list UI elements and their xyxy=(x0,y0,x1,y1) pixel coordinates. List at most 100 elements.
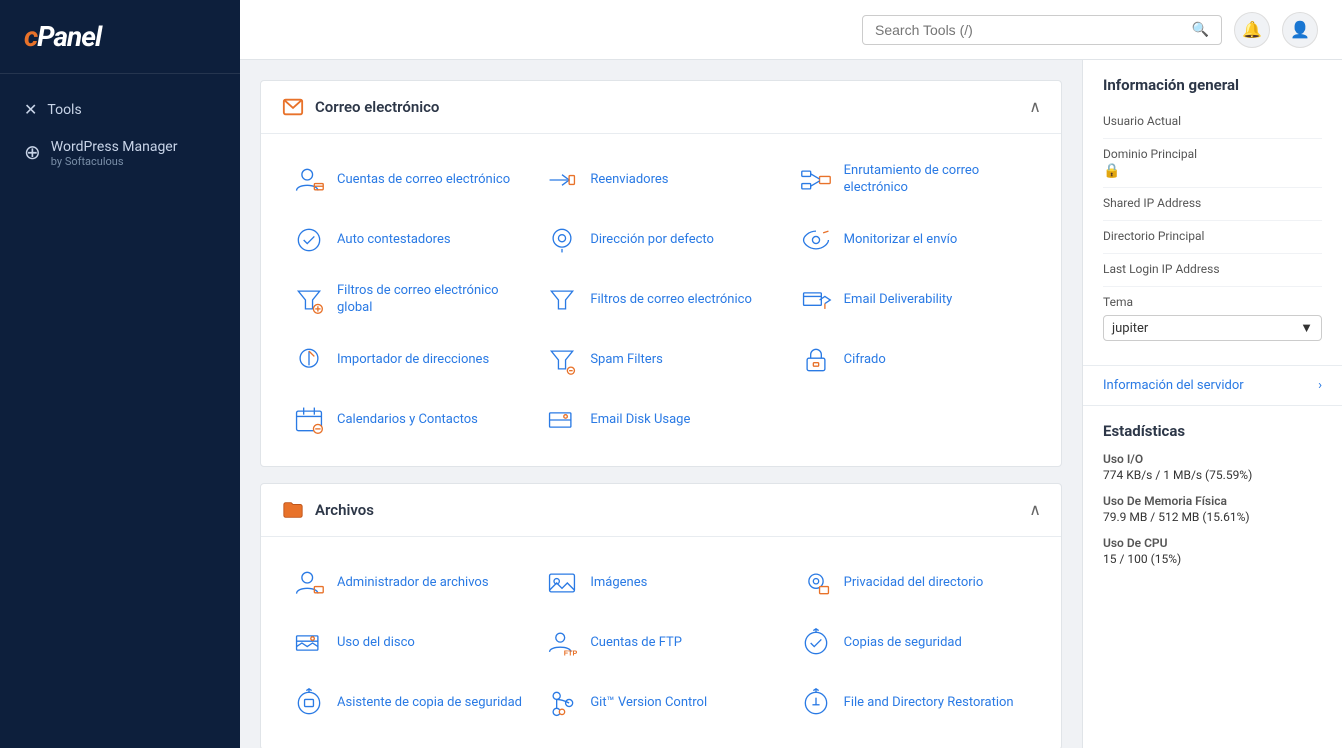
tema-select[interactable]: jupiter ▼ xyxy=(1103,315,1322,341)
tool-enrutamiento[interactable]: Enrutamiento de correo electrónico xyxy=(788,150,1041,210)
svg-text:FTP: FTP xyxy=(564,649,578,657)
tool-direccion-defecto-label: Dirección por defecto xyxy=(590,232,714,249)
tool-cifrado[interactable]: Cifrado xyxy=(788,330,1041,390)
tool-filtros-correo[interactable]: Filtros de correo electrónico xyxy=(534,270,787,330)
wordpress-sub: by Softaculous xyxy=(51,155,178,168)
main-content: 🔍 🔔 👤 Correo electrónico xyxy=(240,0,1342,748)
user-account-button[interactable]: 👤 xyxy=(1282,12,1318,48)
tool-email-deliverability[interactable]: Email Deliverability xyxy=(788,270,1041,330)
disk-icon xyxy=(291,625,327,661)
right-panel: Información general Usuario Actual Domin… xyxy=(1082,60,1342,748)
lock-icon: 🔒 xyxy=(1103,163,1322,179)
stat-cpu-label: Uso De CPU xyxy=(1103,536,1322,550)
archivos-tools-grid: Administrador de archivos Imágenes xyxy=(261,537,1061,748)
tool-admin-archivos[interactable]: Administrador de archivos xyxy=(281,553,534,613)
stat-memory: Uso De Memoria Física 79.9 MB / 512 MB (… xyxy=(1103,494,1322,524)
ftp-icon: FTP xyxy=(544,625,580,661)
directorio-row: Directorio Principal xyxy=(1103,221,1322,254)
sidebar-logo: cPanel xyxy=(0,0,240,74)
tool-cuentas-correo-label: Cuentas de correo electrónico xyxy=(337,172,510,189)
tool-importador[interactable]: Importador de direcciones xyxy=(281,330,534,390)
section-correo-title: Correo electrónico xyxy=(315,98,439,116)
images-icon xyxy=(544,565,580,601)
section-correo-header: Correo electrónico ∧ xyxy=(261,81,1061,134)
tool-uso-disco[interactable]: Uso del disco xyxy=(281,613,534,673)
wordpress-icon: ⊕ xyxy=(24,140,41,164)
tool-admin-archivos-label: Administrador de archivos xyxy=(337,575,489,592)
tool-uso-disco-label: Uso del disco xyxy=(337,635,415,652)
tool-reenviadores-label: Reenviadores xyxy=(590,172,668,189)
tool-email-disk[interactable]: Email Disk Usage xyxy=(534,390,787,450)
sidebar-item-tools[interactable]: ✕ Tools xyxy=(0,90,240,129)
tool-cifrado-label: Cifrado xyxy=(844,352,886,369)
stat-cpu-value: 15 / 100 (15%) xyxy=(1103,552,1322,566)
tool-auto-contestadores[interactable]: Auto contestadores xyxy=(281,210,534,270)
tool-cuentas-correo[interactable]: Cuentas de correo electrónico xyxy=(281,150,534,210)
last-login-label: Last Login IP Address xyxy=(1103,262,1322,276)
tool-git-version[interactable]: Git™ Version Control xyxy=(534,673,787,733)
server-info-link[interactable]: Información del servidor › xyxy=(1083,366,1342,406)
tool-copias-seguridad[interactable]: Copias de seguridad xyxy=(788,613,1041,673)
stat-io: Uso I/O 774 KB/s / 1 MB/s (75.59%) xyxy=(1103,452,1322,482)
backup-wizard-icon xyxy=(291,685,327,721)
sidebar-item-wordpress[interactable]: ⊕ WordPress Manager by Softaculous xyxy=(0,129,240,178)
tool-cuentas-ftp-label: Cuentas de FTP xyxy=(590,635,682,652)
backup-icon xyxy=(798,625,834,661)
tool-file-restoration-label: File and Directory Restoration xyxy=(844,695,1014,712)
dominio-row: Dominio Principal 🔒 xyxy=(1103,139,1322,188)
tool-spam-filters[interactable]: Spam Filters xyxy=(534,330,787,390)
encryption-icon xyxy=(798,342,834,378)
section-archivos-title: Archivos xyxy=(315,501,374,519)
search-input[interactable] xyxy=(875,22,1192,38)
spam-icon xyxy=(544,342,580,378)
section-correo: Correo electrónico ∧ xyxy=(260,80,1062,467)
stat-memory-label: Uso De Memoria Física xyxy=(1103,494,1322,508)
stats-title: Estadísticas xyxy=(1103,422,1322,440)
tool-imagenes[interactable]: Imágenes xyxy=(534,553,787,613)
stat-io-value: 774 KB/s / 1 MB/s (75.59%) xyxy=(1103,468,1322,482)
tool-cuentas-ftp[interactable]: FTP Cuentas de FTP xyxy=(534,613,787,673)
tool-auto-contestadores-label: Auto contestadores xyxy=(337,232,451,249)
email-section-icon xyxy=(281,95,305,119)
wordpress-label: WordPress Manager xyxy=(51,139,178,155)
tools-icon: ✕ xyxy=(24,100,37,119)
usuario-row: Usuario Actual xyxy=(1103,106,1322,139)
search-icon: 🔍 xyxy=(1192,22,1209,38)
tool-git-label: Git™ Version Control xyxy=(590,695,707,712)
file-restore-icon xyxy=(798,685,834,721)
dominio-label: Dominio Principal xyxy=(1103,147,1322,161)
usuario-label: Usuario Actual xyxy=(1103,114,1322,128)
tool-asistente-copia[interactable]: Asistente de copia de seguridad xyxy=(281,673,534,733)
folder-section-icon xyxy=(281,498,305,522)
tool-calendarios-label: Calendarios y Contactos xyxy=(337,412,478,429)
user-email-icon xyxy=(291,162,327,198)
correo-tools-grid: Cuentas de correo electrónico Reenviador… xyxy=(261,134,1061,466)
center-panel: Correo electrónico ∧ xyxy=(240,60,1082,748)
tool-reenviadores[interactable]: Reenviadores xyxy=(534,150,787,210)
topbar: 🔍 🔔 👤 xyxy=(240,0,1342,60)
info-general-title: Información general xyxy=(1103,76,1322,94)
search-box[interactable]: 🔍 xyxy=(862,15,1222,45)
calendar-icon xyxy=(291,402,327,438)
filters-icon xyxy=(544,282,580,318)
info-general-section: Información general Usuario Actual Domin… xyxy=(1083,60,1342,366)
forwarders-icon xyxy=(544,162,580,198)
tool-spam-label: Spam Filters xyxy=(590,352,662,369)
tool-privacidad-dir[interactable]: Privacidad del directorio xyxy=(788,553,1041,613)
notifications-button[interactable]: 🔔 xyxy=(1234,12,1270,48)
default-address-icon xyxy=(544,222,580,258)
section-archivos: Archivos ∧ Administr xyxy=(260,483,1062,748)
tool-direccion-defecto[interactable]: Dirección por defecto xyxy=(534,210,787,270)
tool-deliverability-label: Email Deliverability xyxy=(844,292,953,309)
stat-cpu: Uso De CPU 15 / 100 (15%) xyxy=(1103,536,1322,566)
section-archivos-header: Archivos ∧ xyxy=(261,484,1061,537)
tool-file-restoration[interactable]: File and Directory Restoration xyxy=(788,673,1041,733)
correo-collapse-button[interactable]: ∧ xyxy=(1029,97,1041,117)
server-info-label: Información del servidor xyxy=(1103,378,1244,393)
tool-calendarios[interactable]: Calendarios y Contactos xyxy=(281,390,534,450)
shared-ip-label: Shared IP Address xyxy=(1103,196,1322,210)
tool-monitorizar[interactable]: Monitorizar el envío xyxy=(788,210,1041,270)
tool-filtros-globales[interactable]: Filtros de correo electrónico global xyxy=(281,270,534,330)
autoresponder-icon xyxy=(291,222,327,258)
archivos-collapse-button[interactable]: ∧ xyxy=(1029,500,1041,520)
